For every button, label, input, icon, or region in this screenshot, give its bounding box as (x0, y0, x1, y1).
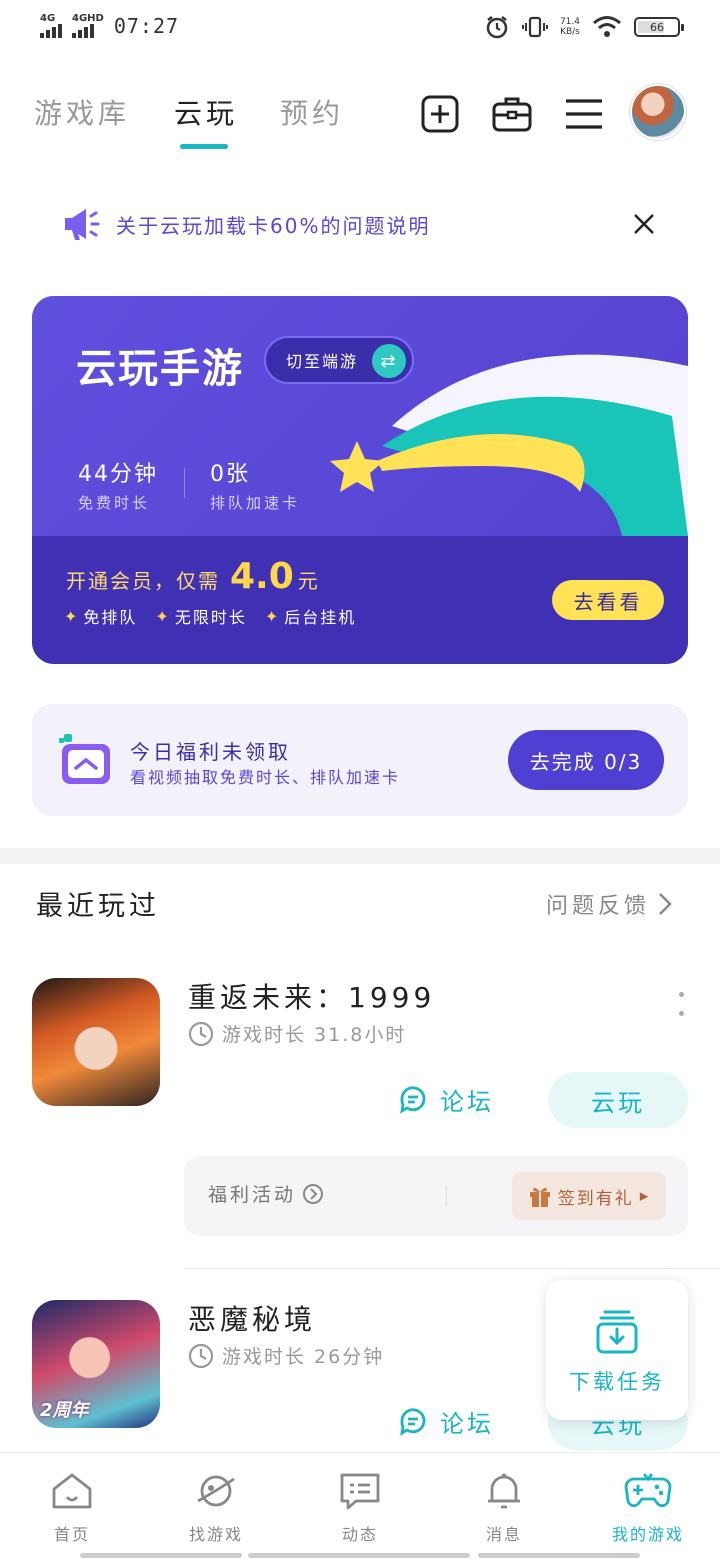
user-avatar[interactable] (630, 84, 686, 140)
switch-to-pc-button[interactable]: 切至端游 ⇄ (264, 336, 414, 384)
status-bar: 4G 4GHD 07:27 71.4 KB/s 66 (0, 0, 720, 56)
chevron-right-icon (659, 893, 672, 915)
signal-icon-1: 4G (40, 14, 62, 38)
forum-button[interactable]: 论坛 (398, 1082, 494, 1117)
promo-text: 开通会员，仅需 4.0 元 (66, 556, 320, 597)
notice-text: 关于云玩加载卡60%的问题说明 (116, 213, 431, 238)
tv-reward-icon (59, 734, 110, 784)
tab-reservation[interactable]: 预约 (280, 92, 344, 132)
welfare-title: 今日福利未领取 (130, 740, 291, 764)
signal-icon-2: 4GHD (72, 14, 104, 38)
close-icon[interactable] (628, 208, 660, 240)
bell-icon (488, 1473, 520, 1509)
go-see-button[interactable]: 去看看 (552, 580, 664, 620)
system-nav-indicator (248, 1553, 470, 1558)
net-speed: 71.4 KB/s (559, 17, 580, 37)
forum-button[interactable]: 论坛 (398, 1404, 494, 1439)
status-time: 07:27 (113, 14, 180, 38)
nav-home[interactable]: 首页 (0, 1471, 144, 1545)
sparkle-icon: ✦ (264, 606, 281, 626)
banner-title: 云玩手游 (76, 346, 244, 392)
add-button[interactable] (418, 92, 462, 136)
feedback-link[interactable]: 问题反馈 (546, 888, 674, 920)
activity-label: 福利活动 (208, 1180, 324, 1207)
system-nav-indicator (478, 1553, 640, 1558)
welfare-activity-row[interactable]: 福利活动 签到有礼 ▸ (184, 1156, 688, 1236)
megaphone-icon (65, 209, 100, 240)
chat-icon (340, 1473, 380, 1510)
more-options-icon[interactable] (676, 992, 686, 1016)
menu-button[interactable] (562, 92, 606, 136)
vibrate-icon (521, 16, 548, 38)
complete-tasks-button[interactable]: 去完成 0/3 (508, 730, 664, 790)
gamepad-icon (624, 1473, 672, 1508)
toolbox-icon (492, 97, 532, 132)
cloud-mobile-banner[interactable]: 云玩手游 切至端游 ⇄ 44分钟 免费时长 0张 排队加速卡 开通会员，仅需 4… (32, 296, 688, 664)
battery-icon: 66 (634, 17, 684, 37)
daily-welfare-card[interactable]: 今日福利未领取 看视频抽取免费时长、排队加速卡 去完成 0/3 (32, 704, 688, 816)
perk-item: ✦ 免排队 (64, 606, 138, 628)
game-title[interactable]: 重返未来：1999 (188, 976, 435, 1016)
clock-icon (188, 1343, 214, 1368)
gift-icon (529, 1187, 550, 1207)
download-task-button[interactable]: 下载任务 (546, 1280, 688, 1420)
nav-feed[interactable]: 动态 (288, 1471, 432, 1545)
perk-item: ✦ 后台挂机 (264, 606, 357, 628)
perk-item: ✦ 无限时长 (155, 606, 247, 628)
checkin-gift-button[interactable]: 签到有礼 ▸ (512, 1172, 666, 1220)
alarm-icon (486, 16, 508, 39)
bottom-navigation: 首页 找游戏 动态 消息 我的游戏 (0, 1452, 720, 1560)
menu-icon (566, 99, 602, 129)
queue-card-stat: 0张 排队加速卡 (210, 462, 301, 512)
sparkle-icon: ✦ (155, 606, 171, 626)
game-icon-demon-realm[interactable]: 2周年 (32, 1300, 160, 1428)
section-divider (0, 848, 720, 864)
game-icon-reverse-1999[interactable] (32, 978, 160, 1106)
toolbox-button[interactable] (490, 92, 534, 136)
forum-icon (400, 1407, 426, 1436)
planet-icon (197, 1475, 235, 1507)
membership-promo: 开通会员，仅需 4.0 元 ✦ 免排队 ✦ 无限时长 ✦ 后台挂机 去看看 (32, 536, 688, 664)
sparkle-icon: ✦ (64, 606, 80, 626)
wifi-icon (593, 16, 621, 37)
recent-section-title: 最近玩过 (36, 891, 160, 922)
clock-icon (188, 1021, 214, 1046)
welfare-subtitle: 看视频抽取免费时长、排队加速卡 (130, 768, 401, 787)
cloud-play-button[interactable]: 云玩 (548, 1072, 688, 1128)
nav-find-games[interactable]: 找游戏 (144, 1471, 288, 1545)
game-title[interactable]: 恶魔秘境 (188, 1298, 316, 1338)
download-task-label: 下载任务 (569, 1370, 665, 1394)
game-playtime: 游戏时长 31.8小时 (188, 1020, 406, 1047)
chevron-circle-right-icon (303, 1183, 324, 1204)
download-box-icon (596, 1310, 638, 1354)
plus-square-icon (421, 95, 459, 133)
tab-cloud-play[interactable]: 云玩 (174, 92, 238, 132)
anniversary-badge: 2周年 (40, 1400, 89, 1421)
nav-my-games[interactable]: 我的游戏 (576, 1471, 720, 1545)
triangle-right-icon: ▸ (639, 1186, 651, 1206)
home-icon (52, 1473, 92, 1509)
game-playtime: 游戏时长 26分钟 (188, 1342, 384, 1369)
perk-list: ✦ 免排队 ✦ 无限时长 ✦ 后台挂机 (64, 604, 356, 628)
notice-bar[interactable]: 关于云玩加载卡60%的问题说明 (60, 200, 690, 248)
swap-arrows-icon: ⇄ (372, 344, 406, 378)
top-header: 游戏库 云玩 预约 (0, 70, 720, 160)
forum-icon (400, 1085, 426, 1114)
free-time-stat: 44分钟 免费时长 (78, 462, 158, 512)
active-tab-indicator (180, 144, 228, 149)
system-nav-indicator (80, 1553, 242, 1558)
tab-game-library[interactable]: 游戏库 (34, 92, 130, 132)
nav-messages[interactable]: 消息 (432, 1471, 576, 1545)
